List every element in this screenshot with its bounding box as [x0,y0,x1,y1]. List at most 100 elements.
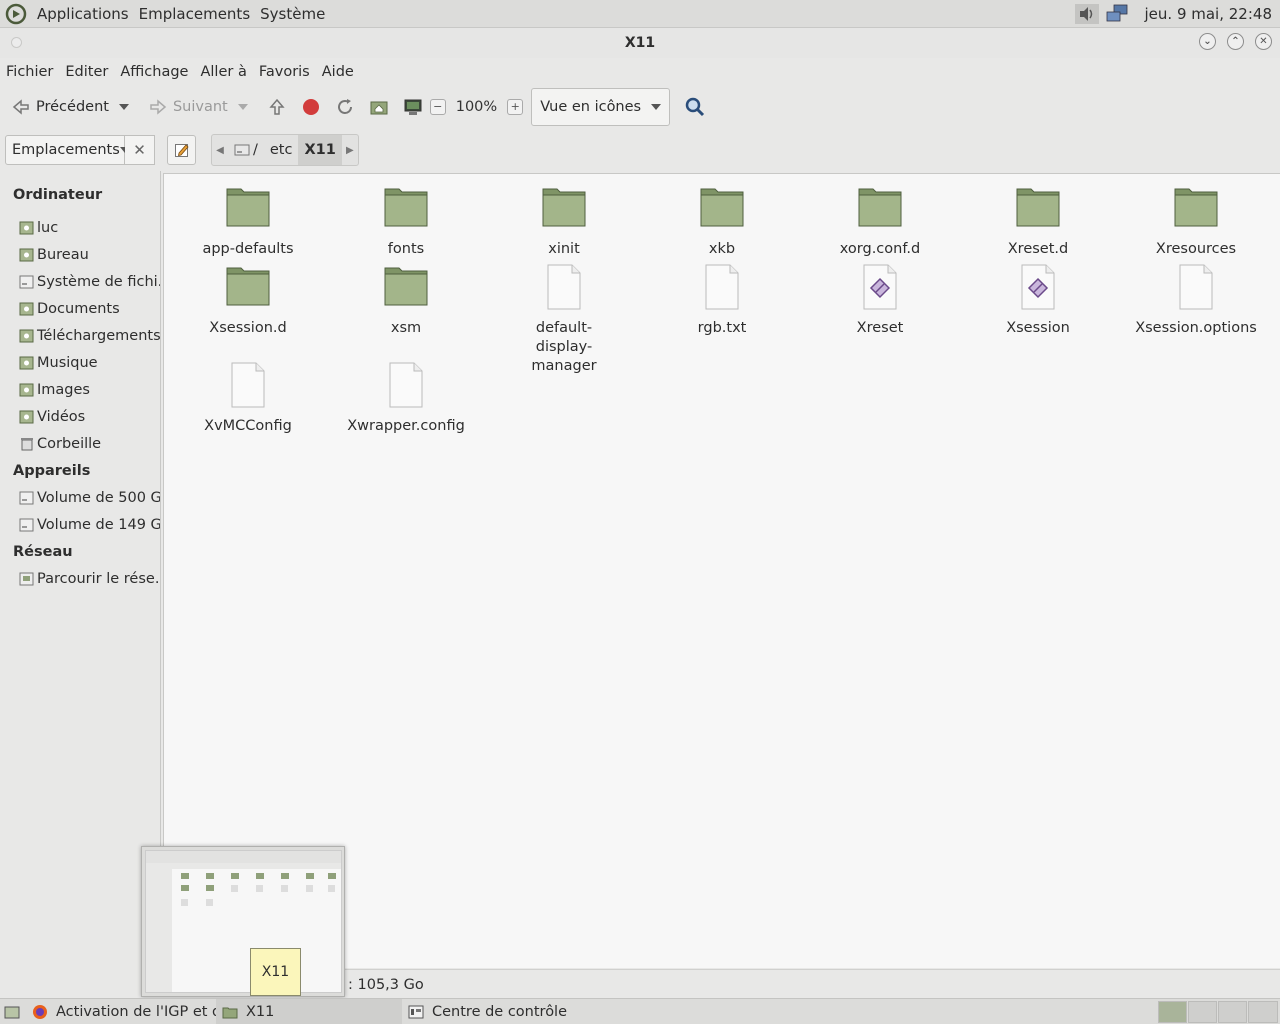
sidebar-item[interactable]: Bureau [0,241,160,268]
sidebar-item[interactable]: luc [0,214,160,241]
folder-item[interactable]: app-defaults [173,184,323,259]
maximize-button[interactable]: ⌃ [1227,33,1244,50]
edit-location-button[interactable] [167,135,196,165]
menubar: Fichier Editer Affichage Aller à Favoris… [0,58,1280,85]
folder-item[interactable]: fonts [331,184,481,259]
forward-label: Suivant [172,99,228,115]
sidebar-item[interactable]: Système de fichi... [0,268,160,295]
text-file-icon [389,362,423,408]
menu-favoris[interactable]: Favoris [253,64,315,80]
forward-button[interactable]: Suivant [141,91,234,123]
sidebar-mode-select[interactable]: Emplacements [5,135,130,165]
breadcrumb-root[interactable]: / [228,135,264,165]
system-menu[interactable]: Système [255,0,330,28]
file-item[interactable]: Xwrapper.config [331,361,481,436]
window-menu-icon[interactable] [11,37,22,48]
workspace-3[interactable] [1218,1001,1247,1023]
sidebar-item-label: Bureau [37,246,89,263]
sidebar-item[interactable]: Volume de 149 Go [0,511,160,538]
zoom-in-button[interactable]: + [507,99,524,115]
taskbar-item-control-center[interactable]: Centre de contrôle [402,999,642,1024]
breadcrumb-x11[interactable]: X11 [298,135,342,165]
text-file-icon [1179,264,1213,310]
file-item[interactable]: XvMCConfig [173,361,323,436]
window-title: X11 [624,35,656,51]
up-button[interactable] [260,91,294,123]
breadcrumb-scroll-right[interactable]: ▶ [342,135,358,165]
sidebar-item-label: Parcourir le rése... [37,570,160,587]
folder-item[interactable]: xorg.conf.d [805,184,955,259]
applications-menu[interactable]: Applications [32,0,134,28]
taskbar-item-firefox[interactable]: Activation de l'IGP et d... [26,999,216,1024]
folder-item[interactable]: Xresources [1121,184,1271,259]
taskbar-item-x11[interactable]: X11 [216,998,402,1024]
close-sidebar-button[interactable]: ✕ [125,135,155,165]
home-button[interactable] [362,91,396,123]
reload-button[interactable] [328,91,362,123]
music-folder-icon [19,356,34,369]
back-button[interactable]: Précédent [4,91,115,123]
sidebar-item[interactable]: Images [0,376,160,403]
videos-folder-icon [19,410,34,423]
menu-aide[interactable]: Aide [316,64,359,80]
folder-item[interactable]: xinit [489,184,639,259]
sidebar-item[interactable]: Corbeille [0,430,160,457]
breadcrumb-scroll-left[interactable]: ◀ [212,135,228,165]
file-item[interactable]: Xsession.options [1121,263,1271,338]
workspace-4[interactable] [1248,1001,1278,1023]
folder-icon [226,188,270,227]
file-item[interactable]: default-display-manager [489,263,639,376]
view-mode-select[interactable]: Vue en icônes [531,88,671,126]
sidebar-item-label: Volume de 149 Go [37,516,160,533]
network-icon[interactable] [1105,3,1129,25]
menu-aller-a[interactable]: Aller à [194,64,251,80]
back-label: Précédent [36,99,109,115]
free-space: : 105,3 Go [348,976,424,993]
file-name: Xreset.d [1007,241,1069,257]
computer-button[interactable] [396,91,430,123]
file-item[interactable]: Xreset [805,263,955,338]
sidebar-item[interactable]: Parcourir le rése... [0,565,160,592]
window-thumbnail-preview[interactable] [141,846,345,997]
clock[interactable]: jeu. 9 mai, 22:48 [1145,5,1273,23]
location-bar: Emplacements ✕ ◀ / etc X11 ▶ [0,129,1280,171]
debian-menu-icon[interactable] [5,3,27,25]
back-history-dropdown[interactable] [118,104,129,110]
file-name: Xsession.options [1135,320,1257,336]
sidebar-item[interactable]: Téléchargements [0,322,160,349]
stop-button[interactable] [294,91,328,123]
folder-item[interactable]: Xsession.d [173,263,323,338]
workspace-2[interactable] [1188,1001,1217,1023]
show-desktop-button[interactable] [0,999,26,1024]
folder-item[interactable]: Xreset.d [963,184,1113,259]
menu-fichier[interactable]: Fichier [0,64,58,80]
close-button[interactable]: ✕ [1255,33,1272,50]
sidebar-item[interactable]: Documents [0,295,160,322]
breadcrumb-etc[interactable]: etc [264,135,299,165]
sidebar-item-label: Vidéos [37,408,86,425]
sidebar-item[interactable]: Vidéos [0,403,160,430]
folder-item[interactable]: xkb [647,184,797,259]
sidebar-item[interactable]: Musique [0,349,160,376]
file-item[interactable]: Xsession [963,263,1113,338]
minimize-button[interactable]: ⌄ [1199,33,1216,50]
volume-icon[interactable] [1074,3,1099,25]
chevron-down-icon [651,104,662,110]
places-menu[interactable]: Emplacements [134,0,256,28]
sidebar-section-title: Appareils [13,462,91,479]
folder-icon [1016,188,1060,227]
menu-affichage[interactable]: Affichage [114,64,193,80]
workspace-1[interactable] [1158,1001,1187,1023]
zoom-out-button[interactable]: − [429,99,446,115]
folder-item[interactable]: xsm [331,263,481,338]
window-titlebar[interactable]: X11 ⌄ ⌃ ✕ [0,28,1280,58]
forward-history-dropdown[interactable] [237,104,248,110]
sidebar-item-label: Système de fichi... [37,273,160,290]
menu-editer[interactable]: Editer [59,64,113,80]
documents-folder-icon [19,302,34,315]
filesystem-icon [19,275,34,288]
search-button[interactable] [678,91,712,123]
sidebar-item[interactable]: Volume de 500 Go [0,484,160,511]
file-name: Xsession.d [209,320,287,336]
file-item[interactable]: rgb.txt [647,263,797,338]
